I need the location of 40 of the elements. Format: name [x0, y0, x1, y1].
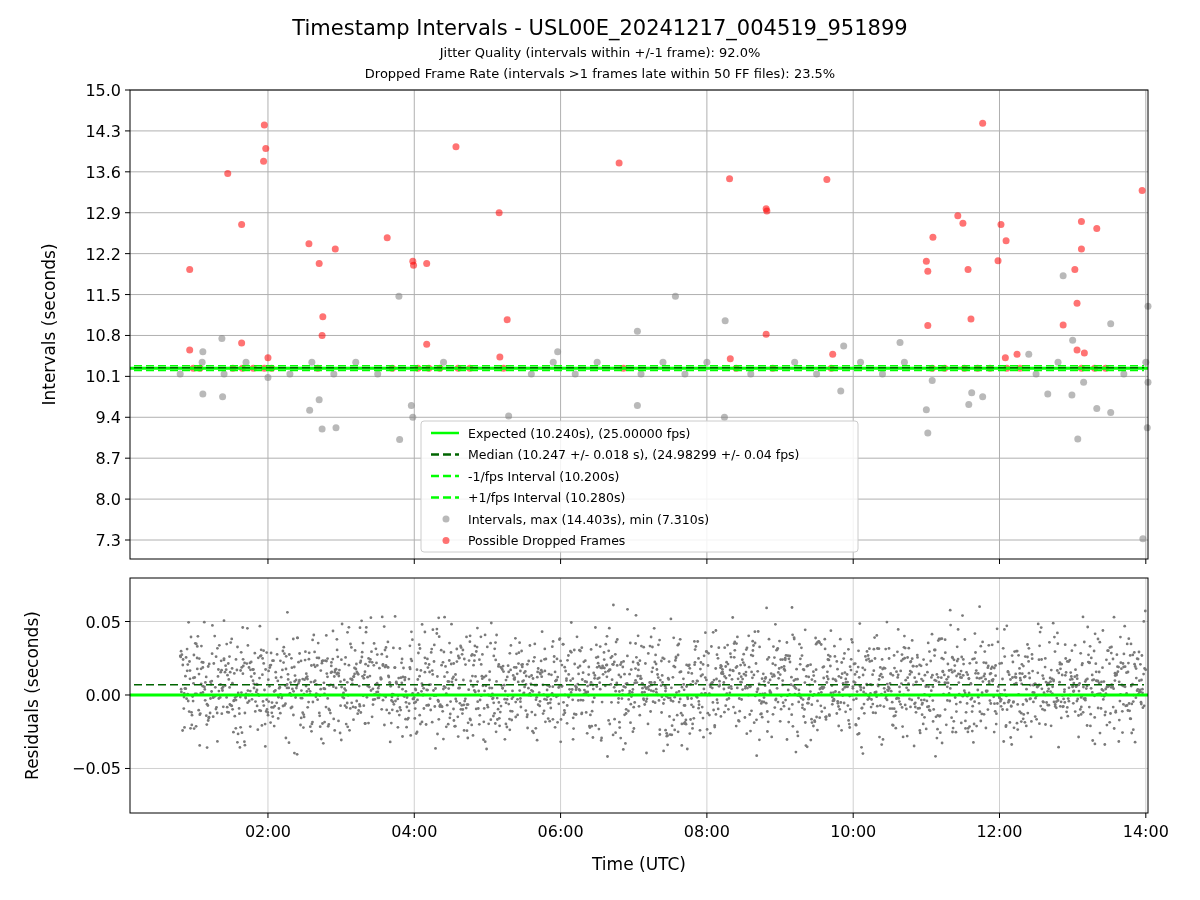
axis-label: Intervals (seconds) — [39, 243, 59, 406]
legend-label: Expected (10.240s), (25.00000 fps) — [468, 425, 691, 441]
tick-label: 08:00 — [683, 822, 730, 841]
tick-label: 10.8 — [85, 326, 121, 346]
tick-label: 14.3 — [85, 121, 121, 141]
subtitle: Jitter Quality (intervals within +/-1 frame): 92.0% — [439, 44, 761, 62]
subtitle: Dropped Frame Rate (intervals >1 frames late within 50 FF files): 23.5% — [364, 65, 836, 83]
tick-label: 0.05 — [85, 612, 121, 632]
tick-label: 13.6 — [85, 162, 121, 182]
legend-label: Median (10.247 +/- 0.018 s), (24.98299 +/- 0.04 fps) — [468, 447, 800, 462]
tick-label: 10:00 — [830, 822, 877, 841]
tick-label: −0.05 — [71, 759, 121, 779]
tick-label: 8.0 — [95, 490, 121, 510]
tick-label: 02:00 — [244, 822, 291, 841]
legend-line-icon — [431, 496, 459, 499]
legend-line-icon — [431, 431, 459, 435]
tick-label: 9.4 — [95, 408, 121, 428]
figure-title: Timestamp Intervals - USL00E_20241217_004519_951899 — [292, 15, 908, 42]
tick-label: 12.9 — [85, 203, 121, 223]
tick-label: 14:00 — [1122, 822, 1169, 841]
tick-label: 12.2 — [85, 244, 121, 264]
tick-label: 12:00 — [976, 822, 1023, 841]
tick-label: 7.3 — [95, 531, 121, 550]
axis-label: Time (UTC) — [592, 854, 686, 874]
legend-marker-icon — [442, 537, 450, 544]
legend-label: +1/fps Interval (10.280s) — [468, 490, 626, 505]
legend-label: Possible Dropped Frames — [468, 533, 626, 548]
tick-label: 11.5 — [85, 285, 121, 305]
legend-marker-icon — [442, 515, 450, 523]
tick-label: 15.0 — [85, 82, 121, 100]
legend-label: -1/fps Interval (10.200s) — [468, 468, 620, 484]
tick-label: 04:00 — [391, 822, 438, 841]
tick-label: 06:00 — [537, 822, 584, 841]
tick-label: 8.7 — [95, 449, 121, 469]
legend-line-icon — [431, 474, 459, 478]
tick-label: 0.00 — [85, 686, 121, 705]
tick-label: 10.1 — [85, 367, 121, 387]
axis-label: Residuals (seconds) — [22, 611, 42, 780]
legend-label: Intervals, max (14.403s), min (7.310s) — [468, 511, 710, 527]
legend-line-icon — [431, 453, 459, 456]
